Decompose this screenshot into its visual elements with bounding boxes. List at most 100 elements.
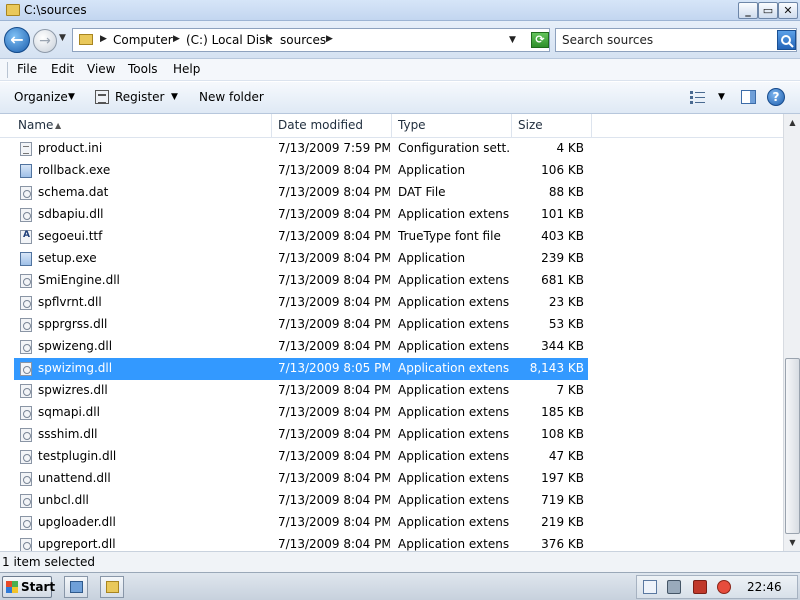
file-row[interactable]: upgreport.dll 7/13/2009 8:04 PM Applicatio… <box>14 534 588 551</box>
file-type: Application extens... <box>398 339 510 353</box>
file-date-modified: 7/13/2009 8:05 PM <box>278 361 390 375</box>
column-type-label: Type <box>398 118 426 132</box>
chevron-down-icon[interactable]: ▼ <box>68 92 75 102</box>
column-type[interactable]: Type <box>392 114 512 138</box>
file-row[interactable]: testplugin.dll 7/13/2009 8:04 PM Applicati… <box>14 446 588 468</box>
chevron-right-icon[interactable]: ▶ <box>100 34 107 44</box>
address-dropdown-icon[interactable]: ▼ <box>509 35 516 45</box>
file-size: 719 KB <box>541 493 584 507</box>
file-row[interactable]: spwizres.dll 7/13/2009 8:04 PM Application… <box>14 380 588 402</box>
preview-pane-icon[interactable] <box>741 90 756 104</box>
file-date-modified: 7/13/2009 8:04 PM <box>278 229 390 243</box>
chevron-right-icon[interactable]: ▶ <box>173 34 180 44</box>
minimize-button[interactable]: _ <box>738 2 758 19</box>
file-name: spflvrnt.dll <box>38 295 102 309</box>
volume-muted-icon[interactable] <box>717 580 731 594</box>
scroll-down-icon[interactable]: ▼ <box>785 534 800 551</box>
file-size: 23 KB <box>548 295 584 309</box>
file-type: Application extens... <box>398 317 510 331</box>
menu-file[interactable]: File <box>17 62 37 76</box>
scroll-thumb[interactable] <box>785 358 800 534</box>
address-bar[interactable]: ▶ Computer ▶ (C:) Local Disk ▶ sources ▶… <box>72 28 550 52</box>
file-name: upgloader.dll <box>38 515 116 529</box>
column-date-modified[interactable]: Date modified <box>272 114 392 138</box>
file-row[interactable]: segoeui.ttf 7/13/2009 8:04 PM TrueType fon… <box>14 226 588 248</box>
menu-help[interactable]: Help <box>173 62 200 76</box>
file-row[interactable]: spwizeng.dll 7/13/2009 8:04 PM Application… <box>14 336 588 358</box>
file-row[interactable]: sdbapiu.dll 7/13/2009 8:04 PM Application … <box>14 204 588 226</box>
file-type: Application extens... <box>398 471 510 485</box>
help-icon[interactable]: ? <box>767 88 785 106</box>
file-list[interactable]: product.ini 7/13/2009 7:59 PM Configuratio… <box>0 138 783 551</box>
search-icon[interactable] <box>777 30 796 50</box>
file-name: product.ini <box>38 141 103 155</box>
history-dropdown-icon[interactable]: ▼ <box>59 33 66 43</box>
file-row[interactable]: product.ini 7/13/2009 7:59 PM Configuratio… <box>14 138 588 160</box>
menu-tools[interactable]: Tools <box>128 62 158 76</box>
vertical-scrollbar[interactable]: ▲ ▼ <box>783 114 800 551</box>
views-icon[interactable] <box>690 91 706 104</box>
file-size: 344 KB <box>541 339 584 353</box>
close-button[interactable]: ✕ <box>778 2 798 19</box>
menu-edit[interactable]: Edit <box>51 62 74 76</box>
dll-file-icon <box>20 296 32 310</box>
file-type: Application extens... <box>398 537 510 551</box>
file-type: Application extens... <box>398 427 510 441</box>
file-name: SmiEngine.dll <box>38 273 120 287</box>
column-name[interactable]: Name <box>12 114 272 138</box>
file-type: Application <box>398 251 466 265</box>
file-row[interactable]: unbcl.dll 7/13/2009 8:04 PM Application ex… <box>14 490 588 512</box>
file-size: 403 KB <box>541 229 584 243</box>
chevron-down-icon[interactable]: ▼ <box>171 92 178 102</box>
register-icon[interactable] <box>95 90 109 104</box>
start-button[interactable]: Start <box>2 576 55 598</box>
refresh-icon[interactable]: ⟳ <box>531 32 549 48</box>
file-row[interactable]: spflvrnt.dll 7/13/2009 8:04 PM Application… <box>14 292 588 314</box>
file-row[interactable]: sqmapi.dll 7/13/2009 8:04 PM Application e… <box>14 402 588 424</box>
file-size: 197 KB <box>541 471 584 485</box>
back-button[interactable]: ← <box>4 27 30 53</box>
breadcrumb-sources[interactable]: sources <box>280 33 326 47</box>
file-row[interactable]: unattend.dll 7/13/2009 8:04 PM Application… <box>14 468 588 490</box>
chevron-right-icon[interactable]: ▶ <box>266 34 273 44</box>
file-row[interactable]: schema.dat 7/13/2009 8:04 PM DAT File 88 KB <box>14 182 588 204</box>
dll-file-icon <box>20 208 32 222</box>
file-row[interactable]: spwizimg.dll 7/13/2009 8:05 PM Application… <box>14 358 588 380</box>
document-icon[interactable] <box>643 580 657 594</box>
file-date-modified: 7/13/2009 8:04 PM <box>278 185 390 199</box>
dll-file-icon <box>20 340 32 354</box>
file-row[interactable]: spprgrss.dll 7/13/2009 8:04 PM Application… <box>14 314 588 336</box>
maximize-button[interactable]: ▭ <box>758 2 778 19</box>
search-input[interactable] <box>558 31 772 49</box>
new-folder-button[interactable]: New folder <box>199 90 264 104</box>
network-error-icon[interactable] <box>693 580 707 594</box>
file-row[interactable]: upgloader.dll 7/13/2009 8:04 PM Applicatio… <box>14 512 588 534</box>
chevron-down-icon[interactable]: ▼ <box>718 92 725 102</box>
column-size[interactable]: Size <box>512 114 592 138</box>
column-name-label: Name <box>18 118 54 132</box>
file-row[interactable]: setup.exe 7/13/2009 8:04 PM Application 239… <box>14 248 588 270</box>
clock[interactable]: 22:46 <box>747 580 782 594</box>
file-date-modified: 7/13/2009 8:04 PM <box>278 273 390 287</box>
breadcrumb-computer[interactable]: Computer <box>113 33 173 47</box>
quicklaunch-computer-button[interactable] <box>64 576 88 598</box>
file-date-modified: 7/13/2009 8:04 PM <box>278 493 390 507</box>
search-box[interactable] <box>555 28 797 52</box>
file-row[interactable]: ssshim.dll 7/13/2009 8:04 PM Application e… <box>14 424 588 446</box>
menu-view[interactable]: View <box>87 62 115 76</box>
forward-button[interactable]: → <box>33 29 57 53</box>
file-name: sdbapiu.dll <box>38 207 104 221</box>
organize-button[interactable]: Organize <box>14 90 68 104</box>
title-bar[interactable]: C:\sources _ ▭ ✕ <box>0 0 800 21</box>
network-icon[interactable] <box>667 580 681 594</box>
taskbar-explorer-button[interactable] <box>100 576 124 598</box>
file-type: Application extens... <box>398 273 510 287</box>
chevron-right-icon[interactable]: ▶ <box>326 34 333 44</box>
scroll-up-icon[interactable]: ▲ <box>785 114 800 131</box>
file-row[interactable]: rollback.exe 7/13/2009 8:04 PM Application… <box>14 160 588 182</box>
breadcrumb-local-disk[interactable]: (C:) Local Disk <box>186 33 272 47</box>
register-button[interactable]: Register <box>115 90 164 104</box>
file-date-modified: 7/13/2009 8:04 PM <box>278 295 390 309</box>
menu-separator <box>7 62 8 78</box>
file-row[interactable]: SmiEngine.dll 7/13/2009 8:04 PM Applicatio… <box>14 270 588 292</box>
